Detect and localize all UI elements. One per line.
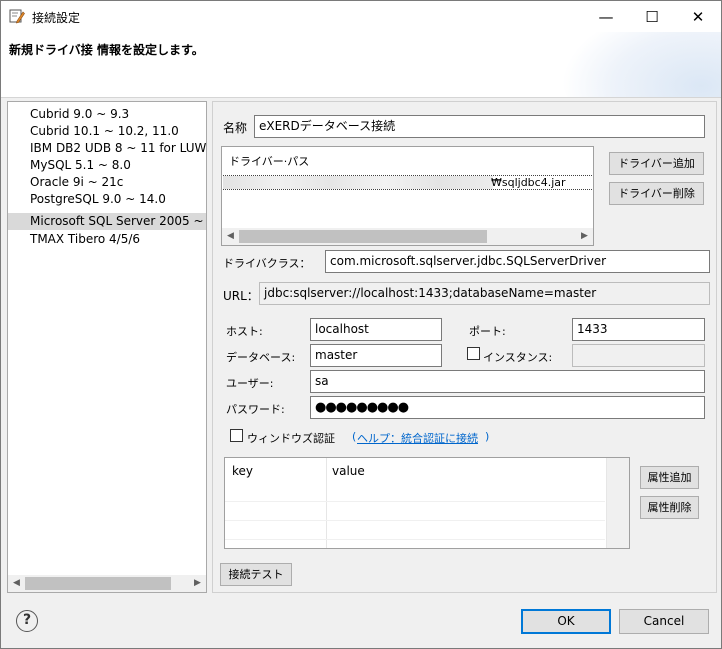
url-field: jdbc:sqlserver://localhost:1433;database… [259, 282, 710, 305]
props-row-line [225, 520, 605, 521]
test-connection-button[interactable]: 接続テスト [220, 563, 292, 586]
driver-list-item[interactable]: Oracle 9i ~ 21c [8, 174, 206, 191]
connection-form: 名称 eXERDデータベース接続 ドライバー·パス ₩sqljdbc4.jar … [212, 101, 717, 593]
instance-label: インスタンス: [483, 351, 553, 364]
driver-list-item[interactable]: Cubrid 10.1 ~ 10.2, 11.0 [8, 123, 206, 140]
header-decoration [561, 32, 721, 97]
host-label: ホスト: [226, 325, 263, 338]
user-label: ユーザー: [226, 377, 274, 390]
blurred-path [223, 176, 493, 189]
cancel-button[interactable]: Cancel [619, 609, 709, 634]
close-button[interactable]: ✕ [675, 1, 721, 32]
scroll-right-icon[interactable]: ▶ [189, 575, 206, 592]
database-input[interactable]: master [310, 344, 442, 367]
props-row-line [225, 539, 605, 540]
integrated-auth-help-link[interactable]: ヘルプ：統合認証に接続 [357, 430, 478, 446]
scrollbar-thumb[interactable] [239, 230, 487, 243]
driver-path-header: ドライバー·パス [229, 155, 310, 168]
driver-list-item-selected[interactable]: Microsoft SQL Server 2005 ~ 2022 [8, 213, 206, 230]
host-input[interactable]: localhost [310, 318, 442, 341]
driver-list-item[interactable]: TMAX Tibero 4/5/6 [8, 231, 206, 248]
remove-driver-button[interactable]: ドライバー削除 [609, 182, 704, 205]
driver-list-item[interactable]: Cubrid 9.0 ~ 9.3 [8, 106, 206, 123]
app-edit-icon [9, 9, 25, 24]
port-input[interactable]: 1433 [572, 318, 705, 341]
driver-list-item[interactable]: IBM DB2 UDB 8 ~ 11 for LUW [8, 140, 206, 157]
props-row-line [225, 501, 605, 502]
scroll-right-icon[interactable]: ▶ [576, 228, 593, 245]
driver-class-label: ドライバクラス： [223, 257, 311, 270]
header-message: 新規ドライバ接 情報を設定します。 [9, 43, 204, 57]
props-col-divider [326, 458, 327, 548]
windows-auth-label: ウィンドウズ認証 [247, 432, 335, 445]
props-col-value: value [332, 464, 365, 478]
instance-input [572, 344, 705, 367]
url-label: URL： [223, 289, 259, 303]
driver-path-row[interactable]: ₩sqljdbc4.jar [223, 175, 592, 190]
driver-class-input[interactable]: com.microsoft.sqlserver.jdbc.SQLServerDr… [325, 250, 710, 273]
driver-list-item[interactable]: PostgreSQL 9.0 ~ 14.0 [8, 191, 206, 208]
driver-list[interactable]: Cubrid 9.0 ~ 9.3 Cubrid 10.1 ~ 10.2, 11.… [7, 101, 207, 593]
title-bar: 接続設定 — ☐ ✕ [1, 1, 721, 32]
driver-path-file: ₩sqljdbc4.jar [491, 176, 566, 189]
connection-settings-dialog: 接続設定 — ☐ ✕ 新規ドライバ接 情報を設定します。 Cubrid 9.0 … [0, 0, 722, 649]
dialog-header: 新規ドライバ接 情報を設定します。 [1, 32, 721, 98]
instance-checkbox[interactable] [467, 347, 480, 360]
name-input[interactable]: eXERDデータベース接続 [254, 115, 705, 138]
windows-auth-checkbox[interactable] [230, 429, 243, 442]
properties-table[interactable]: key value [224, 457, 630, 549]
remove-property-button[interactable]: 属性削除 [640, 496, 699, 519]
port-label: ポート: [469, 325, 506, 338]
maximize-button[interactable]: ☐ [629, 1, 675, 32]
properties-vscrollbar[interactable] [606, 458, 629, 548]
scroll-left-icon[interactable]: ◀ [8, 575, 25, 592]
driver-path-hscrollbar[interactable]: ◀ ▶ [222, 228, 593, 245]
window-title: 接続設定 [32, 11, 81, 25]
ok-button[interactable]: OK [521, 609, 611, 634]
driver-path-list[interactable]: ドライバー·パス ₩sqljdbc4.jar ◀ ▶ [221, 146, 594, 246]
minimize-button[interactable]: — [583, 1, 629, 32]
add-driver-button[interactable]: ドライバー追加 [609, 152, 704, 175]
add-property-button[interactable]: 属性追加 [640, 466, 699, 489]
driver-list-hscrollbar[interactable]: ◀ ▶ [8, 575, 206, 592]
help-link-open: ( [352, 430, 357, 443]
help-icon[interactable]: ? [16, 610, 38, 632]
password-label: パスワード: [226, 403, 285, 416]
user-input[interactable]: sa [310, 370, 705, 393]
driver-list-item[interactable]: MySQL 5.1 ~ 8.0 [8, 157, 206, 174]
database-label: データベース: [226, 351, 296, 364]
scrollbar-thumb[interactable] [25, 577, 171, 590]
password-input[interactable]: ●●●●●●●●● [310, 396, 705, 419]
scroll-left-icon[interactable]: ◀ [222, 228, 239, 245]
props-col-key: key [232, 464, 254, 478]
dialog-footer: ? OK Cancel [1, 598, 721, 648]
help-link-close: ) [485, 430, 490, 443]
name-label: 名称 [223, 121, 248, 135]
